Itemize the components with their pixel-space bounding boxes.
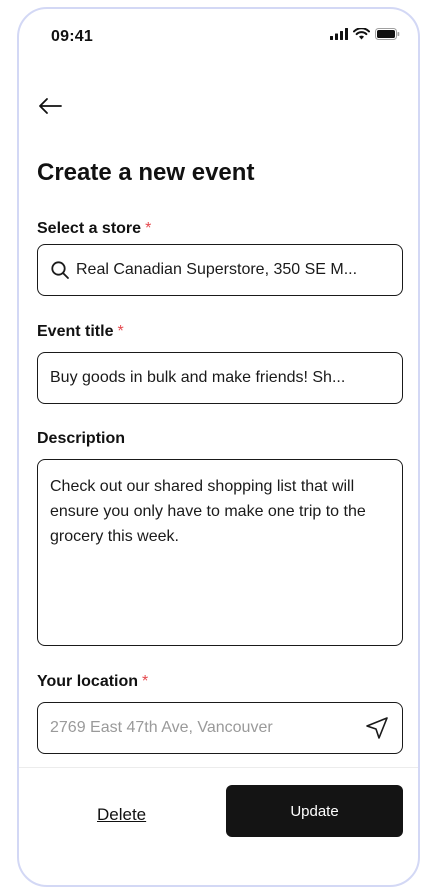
navigation-arrow-icon[interactable] bbox=[364, 715, 390, 741]
status-bar: 09:41 bbox=[19, 9, 418, 65]
store-label: Select a store * bbox=[37, 220, 151, 238]
battery-icon bbox=[375, 28, 400, 40]
required-mark: * bbox=[142, 673, 149, 690]
description-label: Description bbox=[37, 430, 125, 448]
description-textarea[interactable]: Check out our shared shopping list that … bbox=[37, 459, 403, 646]
status-icons bbox=[330, 28, 400, 40]
store-search-input[interactable]: Real Canadian Superstore, 350 SE M... bbox=[37, 244, 403, 296]
cellular-signal-icon bbox=[330, 28, 348, 40]
update-button[interactable]: Update bbox=[226, 785, 403, 837]
location-label-text: Your location bbox=[37, 673, 139, 690]
event-title-value: Buy goods in bulk and make friends! Sh..… bbox=[50, 369, 346, 386]
description-value: Check out our shared shopping list that … bbox=[50, 478, 366, 545]
footer-divider bbox=[19, 767, 418, 768]
wifi-icon bbox=[353, 28, 370, 40]
location-label: Your location * bbox=[37, 673, 148, 691]
required-mark: * bbox=[145, 220, 152, 237]
description-label-text: Description bbox=[37, 430, 126, 447]
store-label-text: Select a store bbox=[37, 220, 142, 237]
store-value: Real Canadian Superstore, 350 SE M... bbox=[76, 261, 358, 278]
location-placeholder: 2769 East 47th Ave, Vancouver bbox=[50, 719, 273, 736]
delete-button[interactable]: Delete bbox=[97, 805, 146, 825]
page-title: Create a new event bbox=[37, 159, 255, 186]
back-button[interactable] bbox=[35, 91, 65, 121]
arrow-left-icon bbox=[39, 98, 62, 114]
update-button-label: Update bbox=[290, 802, 339, 820]
event-title-label-text: Event title bbox=[37, 323, 114, 340]
status-time: 09:41 bbox=[51, 28, 93, 45]
location-input[interactable]: 2769 East 47th Ave, Vancouver bbox=[37, 702, 403, 754]
search-icon bbox=[51, 261, 69, 279]
required-mark: * bbox=[117, 323, 124, 340]
phone-frame: 09:41 Create a new event Select a store … bbox=[17, 7, 420, 887]
event-title-input[interactable]: Buy goods in bulk and make friends! Sh..… bbox=[37, 352, 403, 404]
event-title-label: Event title * bbox=[37, 323, 124, 341]
